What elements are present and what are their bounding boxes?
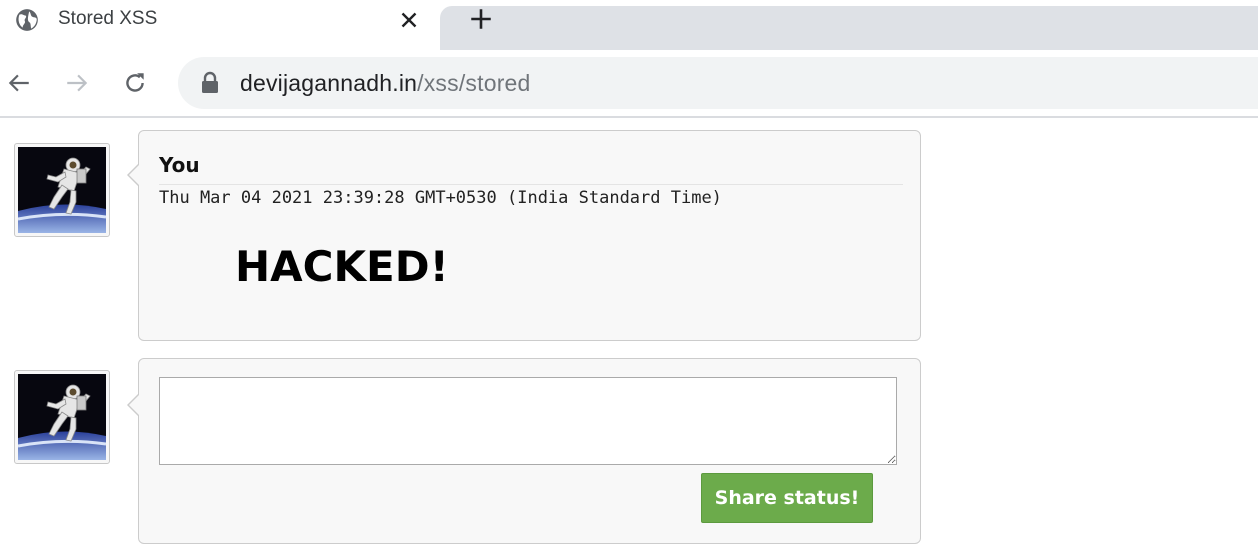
astronaut-icon bbox=[18, 374, 106, 460]
status-input[interactable] bbox=[159, 377, 897, 465]
browser-tab[interactable]: Stored XSS bbox=[0, 0, 440, 50]
forward-arrow-icon[interactable] bbox=[64, 70, 90, 96]
globe-icon bbox=[16, 9, 38, 31]
status-composer: Share status! bbox=[127, 358, 921, 544]
new-tab-icon[interactable] bbox=[468, 6, 494, 32]
post-divider bbox=[159, 184, 903, 185]
astronaut-icon bbox=[18, 147, 106, 233]
avatar bbox=[14, 370, 110, 464]
post-author: You bbox=[159, 153, 200, 177]
post-message: HACKED! bbox=[235, 242, 449, 291]
address-url[interactable]: devijagannadh.in/xss/stored bbox=[240, 68, 531, 98]
close-icon[interactable] bbox=[396, 7, 422, 33]
share-status-button[interactable]: Share status! bbox=[701, 473, 873, 523]
tab-title: Stored XSS bbox=[58, 8, 158, 29]
tab-bar: Stored XSS bbox=[0, 0, 1258, 50]
lock-icon[interactable] bbox=[200, 71, 220, 95]
tab-strip bbox=[440, 6, 1258, 50]
avatar bbox=[14, 143, 110, 237]
speech-arrow-fill bbox=[129, 394, 140, 416]
url-host: devijagannadh.in bbox=[240, 70, 418, 96]
url-path: /xss/stored bbox=[417, 70, 531, 96]
post-timestamp: Thu Mar 04 2021 23:39:28 GMT+0530 (India… bbox=[159, 188, 722, 208]
back-arrow-icon[interactable] bbox=[6, 70, 32, 96]
status-post: You Thu Mar 04 2021 23:39:28 GMT+0530 (I… bbox=[127, 130, 921, 341]
speech-arrow-fill bbox=[129, 164, 140, 186]
reload-icon[interactable] bbox=[122, 70, 148, 96]
